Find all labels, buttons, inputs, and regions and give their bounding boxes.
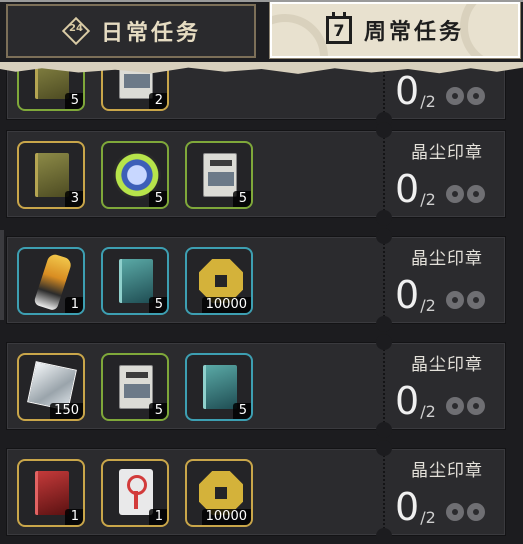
flower-mark-icon	[466, 397, 485, 415]
reward-quantity: 5	[233, 403, 251, 419]
reward-quantity: 10000	[201, 509, 251, 525]
reward-quantity: 1	[149, 509, 167, 525]
window-top-edge	[0, 0, 523, 2]
calendar-icon: 7	[325, 12, 352, 44]
flower-mark-icon	[466, 503, 485, 521]
flower-mark-icon	[445, 503, 464, 521]
ticket-notch	[376, 122, 392, 138]
flower-mark-icon	[445, 397, 464, 415]
task-reward-title: 晶尘印章	[411, 355, 483, 375]
weekly-task-row[interactable]: 1 5 10000 晶尘印章 0/2	[6, 228, 506, 332]
flower-mark-icon	[466, 87, 485, 105]
weekly-task-row[interactable]: 3 5 5 晶尘印章 0/2	[6, 122, 506, 226]
tab-weekly-tasks[interactable]: 7 周常任务	[269, 1, 521, 59]
task-reward-title: 晶尘印章	[411, 143, 483, 163]
reward-quantity: 5	[149, 403, 167, 419]
progress-total: /2	[420, 296, 436, 315]
reward-item-bottle[interactable]: 1	[17, 247, 85, 315]
task-reward-title: 晶尘印章	[411, 461, 483, 481]
24h-diamond-icon: 24	[61, 16, 91, 46]
progress-current: 0	[395, 273, 420, 317]
weekly-task-row[interactable]: 1 1 10000 晶尘印章 0/2	[6, 440, 506, 544]
manufacture-request-book-icon	[35, 153, 69, 197]
manufacture-request-book-teal-icon	[119, 259, 153, 303]
task-reward-title: 晶尘印章	[411, 249, 483, 269]
reward-item-gold-coin[interactable]: 10000	[185, 247, 253, 315]
daily-icon-number: 24	[69, 23, 83, 34]
flower-mark-icon	[445, 185, 464, 203]
flower-mark-icon	[466, 185, 485, 203]
reward-quantity: 1	[65, 509, 83, 525]
progress-current: 0	[395, 167, 420, 211]
reward-quantity: 3	[65, 191, 83, 207]
reward-item-manufacture-request-book-teal[interactable]: 5	[185, 353, 253, 421]
ticket-notch	[376, 228, 392, 244]
reward-item-key-card[interactable]: 1	[101, 459, 169, 527]
completion-marks	[445, 503, 485, 521]
manufacture-request-book-teal-icon	[203, 365, 237, 409]
reward-quantity: 10000	[201, 297, 251, 313]
tab-daily-label: 日常任务	[100, 21, 201, 46]
weekly-task-row[interactable]: 150 5 5 晶尘印章 0/2	[6, 334, 506, 438]
reward-item-glove-orb[interactable]: 5	[101, 141, 169, 209]
newspaper-book-icon	[203, 153, 237, 197]
reward-quantity: 5	[149, 297, 167, 313]
task-tabs: 24 日常任务 7 周常任务	[0, 0, 523, 62]
progress-total: /2	[420, 402, 436, 421]
progress-current: 0	[395, 379, 420, 423]
reward-item-manufacture-request-book-red[interactable]: 1	[17, 459, 85, 527]
ticket-notch	[376, 422, 392, 438]
progress-total: /2	[420, 92, 436, 111]
progress-total: /2	[420, 190, 436, 209]
tab-daily-tasks[interactable]: 24 日常任务	[6, 4, 256, 58]
reward-quantity: 150	[50, 403, 83, 419]
ticket-notch	[376, 316, 392, 332]
scroll-rail[interactable]	[0, 230, 4, 320]
completion-marks	[445, 87, 485, 105]
task-progress: 0/2	[395, 69, 485, 113]
completion-marks	[445, 291, 485, 309]
progress-total: /2	[420, 508, 436, 527]
flower-mark-icon	[466, 291, 485, 309]
reward-item-gold-coin[interactable]: 10000	[185, 459, 253, 527]
reward-quantity: 5	[65, 93, 83, 109]
ticket-notch	[376, 440, 392, 456]
ticket-divider	[383, 243, 385, 317]
ticket-divider	[383, 137, 385, 211]
ticket-notch	[376, 210, 392, 226]
key-card-icon	[119, 469, 153, 515]
reward-item-manufacture-request-book-teal[interactable]: 5	[101, 247, 169, 315]
completion-marks	[445, 397, 485, 415]
task-progress: 0/2	[395, 273, 485, 317]
reward-quantity: 1	[65, 297, 83, 313]
reward-quantity: 5	[233, 191, 251, 207]
flower-mark-icon	[445, 87, 464, 105]
ticket-divider	[383, 455, 385, 529]
task-progress: 0/2	[395, 379, 485, 423]
reward-item-manufacture-request-book[interactable]: 3	[17, 141, 85, 209]
reward-item-newspaper-book[interactable]: 5	[185, 141, 253, 209]
calendar-icon-number: 7	[333, 21, 345, 40]
progress-current: 0	[395, 69, 420, 113]
reward-item-crystal-cube[interactable]: 150	[17, 353, 85, 421]
task-progress: 0/2	[395, 167, 485, 211]
ticket-notch	[376, 334, 392, 350]
flower-mark-icon	[445, 291, 464, 309]
ticket-notch	[376, 528, 392, 544]
newspaper-book-icon	[119, 365, 153, 409]
reward-item-newspaper-book[interactable]: 5	[101, 353, 169, 421]
manufacture-request-book-red-icon	[35, 471, 69, 515]
task-progress: 0/2	[395, 485, 485, 529]
completion-marks	[445, 185, 485, 203]
reward-quantity: 2	[149, 93, 167, 109]
ticket-divider	[383, 349, 385, 423]
progress-current: 0	[395, 485, 420, 529]
tab-weekly-label: 周常任务	[363, 20, 464, 45]
reward-quantity: 5	[149, 191, 167, 207]
